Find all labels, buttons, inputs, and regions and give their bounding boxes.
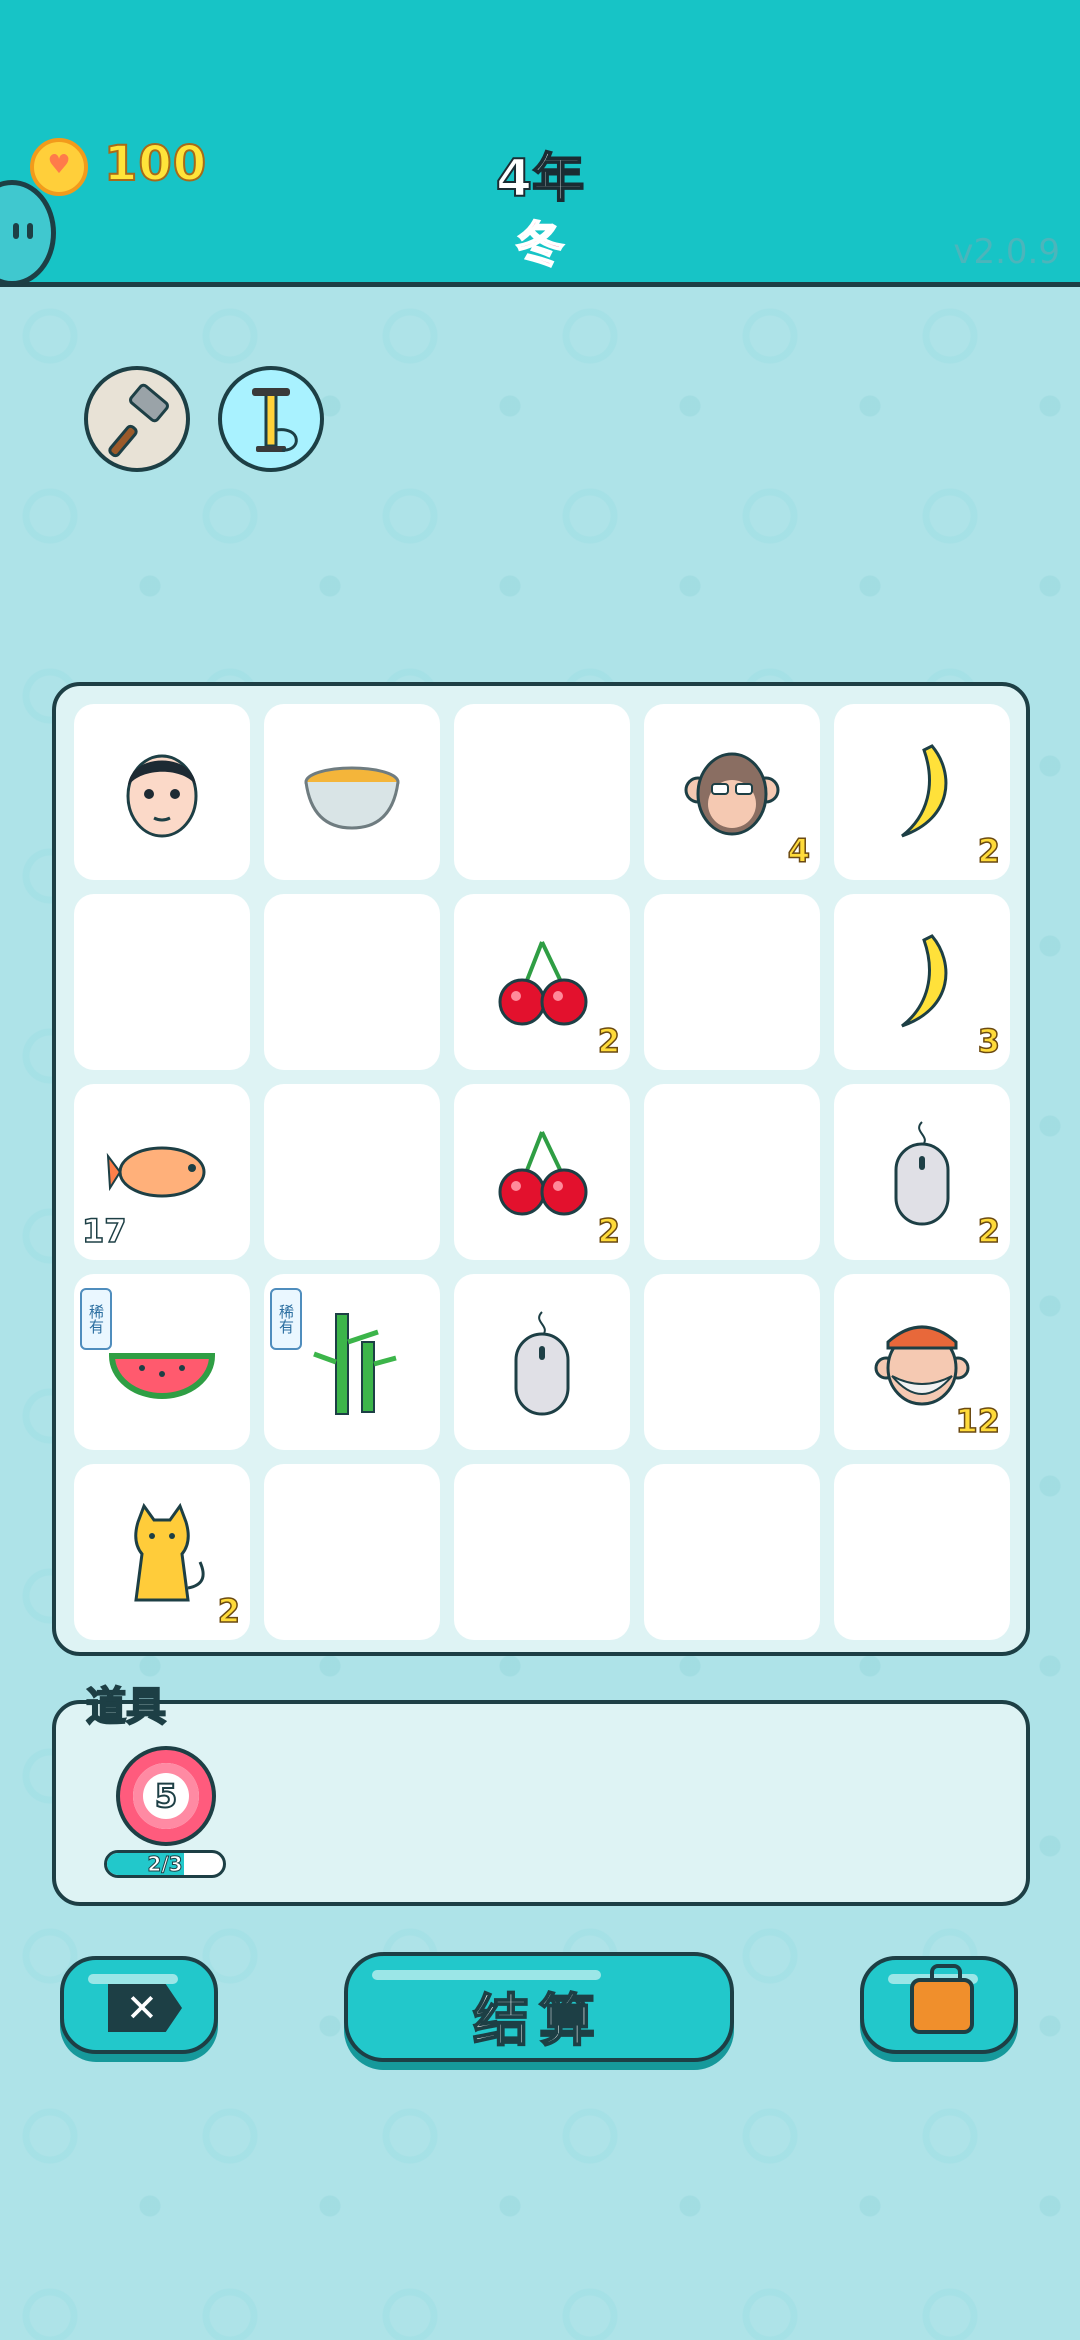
board-cell[interactable]: [454, 704, 630, 880]
year-label: 4年: [495, 148, 585, 210]
board-cell[interactable]: [834, 1464, 1010, 1640]
target-prop-value: 5: [154, 1776, 178, 1816]
computer-mouse-icon: [454, 1274, 630, 1450]
item-count: 4: [787, 831, 811, 871]
item-count: 2: [597, 1021, 621, 1061]
settle-button-label: 结算: [472, 1988, 605, 2055]
board-cell[interactable]: [644, 1084, 820, 1260]
coin-count: 100: [103, 135, 208, 193]
board-cell[interactable]: 稀有: [74, 1274, 250, 1450]
item-count: 3: [977, 1021, 1001, 1061]
board-cell[interactable]: 2: [834, 704, 1010, 880]
board-cell[interactable]: 2: [74, 1464, 250, 1640]
board-cell[interactable]: [264, 704, 440, 880]
board-cell[interactable]: [264, 894, 440, 1070]
target-prop-button[interactable]: 5: [116, 1746, 216, 1846]
briefcase-icon: [910, 1964, 974, 2034]
hammer-icon: [108, 383, 169, 458]
item-count: 2: [977, 831, 1001, 871]
board-cell[interactable]: [264, 1464, 440, 1640]
avatar[interactable]: [0, 180, 56, 286]
item-board: 4 2 2 3 17 2 2 稀有 稀有 12 2: [52, 682, 1030, 1656]
board-cell[interactable]: [644, 1464, 820, 1640]
board-cell[interactable]: [264, 1084, 440, 1260]
board-cell[interactable]: 12: [834, 1274, 1010, 1450]
item-count: 2: [217, 1591, 241, 1631]
top-bar: 100 4年 冬 v2.0.9: [0, 0, 1080, 287]
air-pump-icon: [252, 388, 298, 452]
item-count: 17: [81, 1211, 127, 1251]
avatar-eye-icon: [13, 223, 19, 239]
props-title: 道具: [85, 1683, 167, 1731]
bag-button[interactable]: [860, 1956, 1018, 2054]
target-icon: 5: [133, 1763, 199, 1829]
man-face-icon: [74, 704, 250, 880]
board-cell[interactable]: 3: [834, 894, 1010, 1070]
item-count: 2: [977, 1211, 1001, 1251]
air-pump-tool-button[interactable]: [218, 366, 324, 472]
board-cell[interactable]: [644, 1274, 820, 1450]
board-cell[interactable]: 2: [834, 1084, 1010, 1260]
exit-button[interactable]: ✕: [60, 1956, 218, 2054]
item-grid: 4 2 2 3 17 2 2 稀有 稀有 12 2: [74, 704, 1010, 1640]
hammer-tool-button[interactable]: [84, 366, 190, 472]
avatar-eye-icon: [27, 223, 33, 239]
heart-coin-icon: [30, 138, 88, 196]
board-cell[interactable]: 17: [74, 1084, 250, 1260]
settle-button[interactable]: 结算: [344, 1952, 734, 2062]
board-cell[interactable]: [644, 894, 820, 1070]
board-cell[interactable]: [74, 894, 250, 1070]
target-prop-progress-text: 2/3: [147, 1852, 183, 1877]
board-cell[interactable]: [74, 704, 250, 880]
board-cell[interactable]: [454, 1274, 630, 1450]
rare-badge: 稀有: [270, 1288, 302, 1350]
item-count: 12: [955, 1401, 1001, 1441]
board-cell[interactable]: 4: [644, 704, 820, 880]
soup-bowl-icon: [264, 704, 440, 880]
board-cell[interactable]: 2: [454, 1084, 630, 1260]
board-cell[interactable]: [454, 1464, 630, 1640]
item-count: 2: [597, 1211, 621, 1251]
rare-badge: 稀有: [80, 1288, 112, 1350]
version-label: v2.0.9: [953, 232, 1060, 272]
close-x-icon: ✕: [108, 1984, 182, 2032]
board-cell[interactable]: 2: [454, 894, 630, 1070]
season-label: 冬: [515, 216, 565, 274]
board-cell[interactable]: 稀有: [264, 1274, 440, 1450]
